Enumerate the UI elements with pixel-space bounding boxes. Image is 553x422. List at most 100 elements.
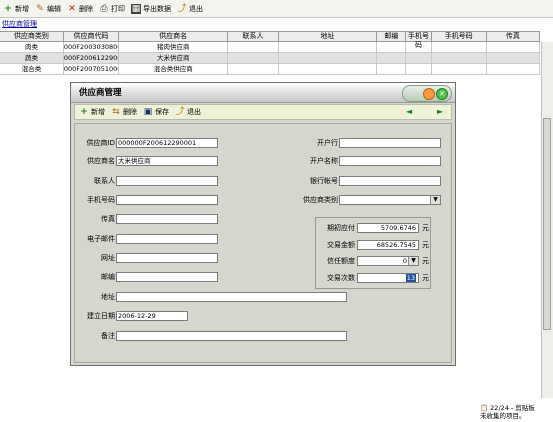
table-cell: 猪肉供应商 <box>119 42 229 53</box>
plus-icon: + <box>4 3 12 14</box>
column-header[interactable]: 供应商代码 <box>63 31 120 42</box>
email-field[interactable] <box>116 234 218 244</box>
dialog-save-button[interactable]: ▣ 保存 <box>143 105 169 119</box>
table-cell <box>377 53 407 64</box>
exit-button[interactable]: ⤴ 退出 <box>177 2 203 16</box>
edit-button[interactable]: ✎ 编辑 <box>35 2 61 16</box>
exit-label: 退出 <box>189 4 203 13</box>
vertical-scrollbar[interactable] <box>541 42 553 398</box>
table-cell <box>228 53 279 64</box>
credit-limit-select[interactable]: 0 ▼ <box>357 256 419 266</box>
supplier-id-field[interactable]: 000000F200612290001 <box>116 138 218 148</box>
export-button[interactable]: ▦ 导出数据 <box>131 2 171 16</box>
account-name-label: 开户名称 <box>310 157 338 165</box>
website-label: 网址 <box>101 254 115 262</box>
dialog-titlebar[interactable]: 供应商管理 ✕ <box>71 83 455 103</box>
bank-field[interactable] <box>339 138 441 148</box>
table-cell <box>406 42 432 53</box>
chevron-down-icon[interactable]: ▼ <box>430 196 440 204</box>
clipboard-message: 未收集的项目。 <box>480 412 526 420</box>
delete-button[interactable]: ✕ 删除 <box>67 2 93 16</box>
supplier-name-label: 供应商名 <box>87 157 115 165</box>
website-field[interactable] <box>116 253 218 263</box>
dialog-delete-button[interactable]: ⇆ 删除 <box>111 105 137 119</box>
exit-icon: ⤴ <box>175 107 185 117</box>
opening-payable-label: 期初应付 <box>327 224 355 232</box>
table-cell: 蔬类 <box>0 53 64 64</box>
table-cell: 000F2003030800 <box>63 42 120 53</box>
supplier-name-field[interactable]: 大米供应商 <box>116 156 218 166</box>
table-cell <box>377 42 407 53</box>
clipboard-count: 22/24 - 剪贴板 <box>490 404 535 412</box>
column-header[interactable]: 联系人 <box>228 31 279 42</box>
credit-limit-value: 0 <box>402 257 407 265</box>
postcode-field[interactable] <box>116 272 218 282</box>
unit-yuan: 元 <box>422 257 429 265</box>
account-name-field[interactable] <box>339 156 441 166</box>
export-label: 导出数据 <box>143 4 171 13</box>
category-select[interactable]: ▼ <box>339 195 441 205</box>
bank-account-field[interactable] <box>339 176 441 186</box>
dialog-save-label: 保存 <box>155 108 169 116</box>
chevron-down-icon[interactable]: ▼ <box>408 257 418 265</box>
table-cell <box>406 53 432 64</box>
table-cell <box>486 53 540 64</box>
table-cell <box>486 64 540 75</box>
close-icon[interactable]: ✕ <box>436 88 448 100</box>
column-header[interactable]: 传真 <box>486 31 540 42</box>
trade-count-label: 交易次数 <box>327 274 355 282</box>
column-header[interactable]: 邮编 <box>377 31 407 42</box>
column-header[interactable]: 供应商名 <box>119 31 229 42</box>
address-field[interactable] <box>116 292 347 302</box>
trade-count-field[interactable]: 13 <box>357 273 419 283</box>
previous-record-icon[interactable]: ◄ <box>406 107 412 116</box>
grid-header: 供应商类别 供应商代码 供应商名 联系人 地址 邮编 手机号码 手机号码 传真 <box>0 31 540 49</box>
next-record-icon[interactable]: ► <box>437 107 443 116</box>
column-header[interactable]: 手机号码 <box>406 31 432 49</box>
dialog-new-button[interactable]: + 新增 <box>79 105 105 119</box>
column-header[interactable]: 供应商类别 <box>0 31 64 42</box>
minimize-icon[interactable] <box>423 88 435 100</box>
tab-supplier-management[interactable]: 供应商管理 <box>0 20 39 29</box>
table-row[interactable]: 蔬类 000F2006122900 大米供应商 <box>0 53 540 64</box>
print-button[interactable]: ⎙ 打印 <box>99 2 125 16</box>
remark-field[interactable] <box>116 331 347 341</box>
table-cell: 混合类 <box>0 64 64 75</box>
table-cell <box>406 64 432 75</box>
printer-icon: ⎙ <box>100 3 108 14</box>
table-row[interactable]: 混合类 000F2007051000 混合类供应商 <box>0 64 540 75</box>
created-date-field[interactable]: 2006-12-29 <box>116 311 188 321</box>
scrollbar-thumb[interactable] <box>543 118 551 330</box>
opening-payable-field[interactable]: 5709.6746 <box>357 223 419 233</box>
delete-x-icon: ✕ <box>68 3 76 14</box>
clipboard-icon: 📋 <box>480 404 489 412</box>
dialog-form: 供应商ID 000000F200612290001 供应商名 大米供应商 联系人… <box>74 123 452 363</box>
table-row[interactable]: 肉类 000F2003030800 猪肉供应商 <box>0 42 540 53</box>
mobile-field[interactable] <box>116 195 218 205</box>
address-label: 地址 <box>101 293 115 301</box>
trade-amount-field[interactable]: 68526.7545 <box>357 240 419 250</box>
column-header[interactable]: 手机号码 <box>431 31 487 42</box>
table-cell: 混合类供应商 <box>119 64 229 75</box>
new-button[interactable]: + 新增 <box>3 2 29 16</box>
dialog-new-label: 新增 <box>91 108 105 116</box>
trade-count-value: 13 <box>405 274 416 282</box>
dialog-toolbar: + 新增 ⇆ 删除 ▣ 保存 ⤴ 退出 ◄ ► <box>74 104 452 120</box>
table-cell <box>486 42 540 53</box>
column-header[interactable]: 地址 <box>278 31 378 42</box>
trade-amount-label: 交易金额 <box>327 241 355 249</box>
new-label: 新增 <box>15 4 29 13</box>
fax-field[interactable] <box>116 214 218 224</box>
table-cell <box>278 42 378 53</box>
clipboard-status: 📋 22/24 - 剪贴板 未收集的项目。 <box>480 404 553 422</box>
table-cell: 000F2006122900 <box>63 53 120 64</box>
window-controls: ✕ <box>402 85 452 102</box>
table-cell: 大米供应商 <box>119 53 229 64</box>
save-disk-icon: ▣ <box>143 107 153 117</box>
contact-field[interactable] <box>116 176 218 186</box>
dialog-exit-button[interactable]: ⤴ 退出 <box>175 105 201 119</box>
supplier-id-label: 供应商ID <box>86 139 115 147</box>
table-cell <box>228 64 279 75</box>
exit-icon: ⤴ <box>177 3 187 14</box>
created-date-label: 建立日期 <box>87 312 115 320</box>
